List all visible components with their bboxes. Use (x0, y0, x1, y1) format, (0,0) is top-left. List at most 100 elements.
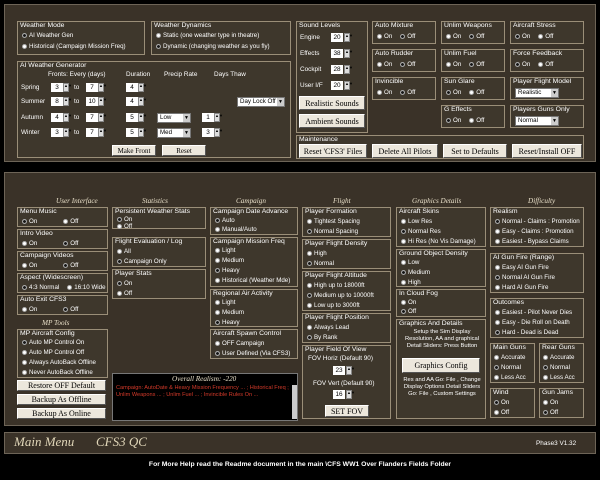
winter-duration[interactable]: 5 (126, 128, 138, 137)
regional-medium[interactable]: Medium (215, 309, 244, 316)
reset-weather-button[interactable]: Reset (162, 145, 206, 156)
realistic-sounds-button[interactable]: Realistic Sounds (299, 96, 365, 110)
weather-mode-ai[interactable]: AI Weather Gen (22, 32, 73, 39)
alt-high[interactable]: High up to 18000ft (307, 282, 365, 289)
mp-auto-on[interactable]: Auto MP Control On (22, 339, 84, 346)
alt-low[interactable]: Low up to 3000ft (307, 302, 360, 309)
summer-duration[interactable]: 4 (126, 97, 138, 106)
set-defaults-button[interactable]: Set to Defaults (443, 144, 507, 158)
ai-gun-easy[interactable]: Easy AI Gun Fire (495, 264, 549, 271)
autumn-from[interactable]: 4 (51, 113, 63, 122)
realism-easy[interactable]: Easy - Claims : Promotion (495, 228, 574, 235)
make-front-button[interactable]: Make Front (112, 145, 156, 156)
wind-off[interactable]: Off (494, 409, 509, 416)
ground-high[interactable]: High (401, 279, 421, 286)
freq-historical[interactable]: Historical (Weather Mde) (215, 277, 290, 284)
flight-model-select[interactable]: Realistic ▼ (515, 88, 559, 98)
spin[interactable]: ▲▼ (138, 128, 147, 137)
spin[interactable]: ▲▼ (63, 97, 72, 106)
spin[interactable]: ▲▼ (214, 128, 223, 137)
winter-to[interactable]: 7 (86, 128, 98, 137)
eval-campaign[interactable]: Campaign Only (117, 258, 167, 265)
spawn-user[interactable]: User Defined (Via CFS3) (215, 350, 290, 357)
set-fov-button[interactable]: SET FOV (325, 405, 369, 417)
realism-easiest[interactable]: Easiest - Bypass Claims (495, 238, 569, 245)
spin[interactable]: ▲▼ (344, 81, 353, 90)
weather-static[interactable]: Static (one weather type in theatre) (156, 32, 259, 39)
spin[interactable]: ▲▼ (138, 97, 147, 106)
outcome-easiest[interactable]: Easiest - Pilot Never Dies (495, 309, 572, 316)
cockpit-value[interactable]: 28 (331, 65, 343, 74)
regional-light[interactable]: Light (215, 299, 235, 306)
skins-hi[interactable]: Hi Res (No Vis Damage) (401, 238, 476, 245)
spawn-off[interactable]: OFF Campaign (215, 340, 264, 347)
delete-all-pilots-button[interactable]: Delete All Pilots (372, 144, 438, 158)
restore-off-default-button[interactable]: Restore OFF Default (17, 380, 106, 391)
freq-light[interactable]: Light (215, 247, 235, 254)
player-stats-on[interactable]: On (117, 280, 132, 287)
aspect-radio[interactable]: 4:3 Normal 16:10 Wide (22, 284, 114, 291)
skins-low[interactable]: Low Res (401, 218, 432, 225)
pos-lead[interactable]: Always Lead (307, 324, 349, 331)
sun-glare-radio[interactable]: On Off (446, 89, 492, 96)
main-guns-less[interactable]: Less Acc (494, 374, 526, 381)
outcome-hard[interactable]: Hard - Dead is Dead (495, 329, 558, 336)
spin[interactable]: ▲▼ (63, 113, 72, 122)
spin[interactable]: ▲▼ (214, 113, 223, 122)
spin[interactable]: ▲▼ (98, 83, 107, 92)
spin[interactable]: ▲▼ (346, 366, 355, 375)
spring-duration[interactable]: 4 (126, 83, 138, 92)
spin[interactable]: ▲▼ (138, 113, 147, 122)
autumn-precip[interactable]: Low ▼ (157, 113, 191, 123)
rear-guns-normal[interactable]: Normal (543, 364, 570, 371)
reset-install-off-button[interactable]: Reset/Install OFF (512, 144, 582, 158)
freq-heavy[interactable]: Heavy (215, 267, 240, 274)
pos-rank[interactable]: By Rank (307, 334, 337, 341)
spin[interactable]: ▲▼ (344, 65, 353, 74)
g-effects-radio[interactable]: On Off (446, 117, 492, 124)
date-manual[interactable]: Manual/Auto (215, 226, 257, 233)
players-guns-select[interactable]: Normal ▼ (515, 116, 559, 126)
summer-from[interactable]: 8 (51, 97, 63, 106)
ground-medium[interactable]: Medium (401, 269, 430, 276)
winter-precip[interactable]: Med ▼ (157, 128, 191, 138)
spin[interactable]: ▲▼ (63, 83, 72, 92)
invincible-radio[interactable]: On Off (377, 89, 423, 96)
spin[interactable]: ▲▼ (344, 49, 353, 58)
date-auto[interactable]: Auto (215, 217, 235, 224)
density-normal[interactable]: Normal (307, 260, 334, 267)
outcome-easy[interactable]: Easy - Die Roll on Death (495, 319, 570, 326)
fog-off[interactable]: Off (401, 308, 416, 315)
density-high[interactable]: High (307, 250, 327, 257)
mp-never-autoback[interactable]: Never AutoBack Offline (22, 369, 93, 376)
persist-on[interactable]: On (117, 216, 132, 223)
ambient-sounds-button[interactable]: Ambient Sounds (299, 114, 365, 128)
winter-from[interactable]: 3 (51, 128, 63, 137)
graphics-config-button[interactable]: Graphics Config (402, 358, 480, 373)
wind-on[interactable]: On (494, 399, 509, 406)
player-stats-off[interactable]: Off (117, 290, 132, 297)
spring-from[interactable]: 3 (51, 83, 63, 92)
main-guns-accurate[interactable]: Accurate (494, 354, 525, 361)
eval-all[interactable]: All (117, 248, 131, 255)
engine-value[interactable]: 20 (331, 33, 343, 42)
gun-jams-off[interactable]: Off (543, 409, 558, 416)
menu-music-radio[interactable]: On Off (22, 218, 86, 225)
fog-on[interactable]: On (401, 299, 416, 306)
backup-offline-button[interactable]: Backup As Offline (17, 394, 106, 405)
weather-dynamic[interactable]: Dynamic (changing weather as you fly) (156, 43, 270, 50)
ai-gun-hard[interactable]: Hard AI Gun Fire (495, 284, 548, 291)
auto-mixture-radio[interactable]: On Off (377, 33, 423, 40)
persist-off[interactable]: Off (117, 223, 132, 230)
force-feedback-radio[interactable]: On Off (515, 61, 561, 68)
alt-medium[interactable]: Medium up to 10000ft (307, 292, 374, 299)
unlim-fuel-radio[interactable]: On Off (446, 61, 492, 68)
spin[interactable]: ▲▼ (98, 97, 107, 106)
aircraft-stress-radio[interactable]: On Off (515, 33, 561, 40)
mp-auto-off[interactable]: Auto MP Control Off (22, 349, 84, 356)
spin[interactable]: ▲▼ (138, 83, 147, 92)
regional-heavy[interactable]: Heavy (215, 319, 240, 326)
effects-value[interactable]: 38 (331, 49, 343, 58)
campaign-videos-radio[interactable]: On Off (22, 262, 86, 269)
rear-guns-less[interactable]: Less Acc (543, 374, 575, 381)
